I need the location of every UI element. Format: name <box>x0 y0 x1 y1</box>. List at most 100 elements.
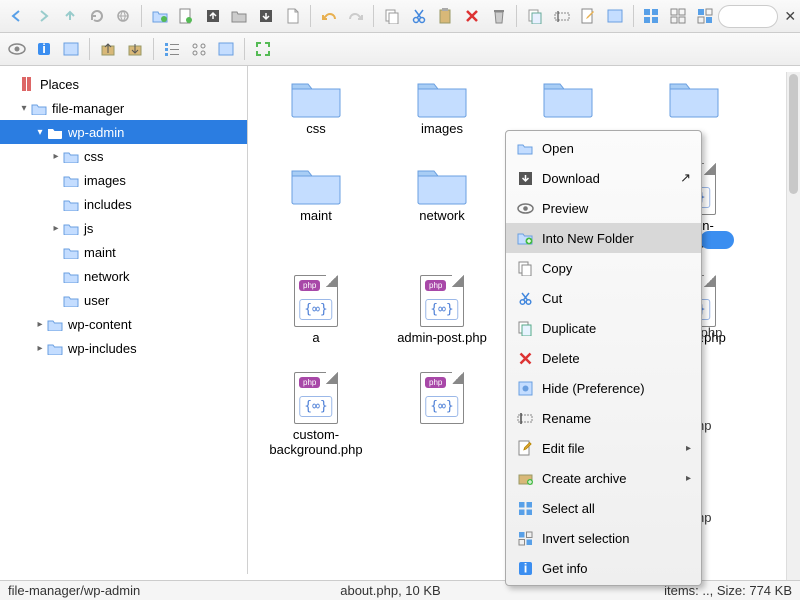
up-button[interactable] <box>57 3 83 29</box>
select-all-button[interactable] <box>639 3 665 29</box>
sort-button[interactable] <box>186 36 212 62</box>
php-file-icon: php{∞} <box>420 372 464 424</box>
extract-button[interactable] <box>95 36 121 62</box>
copy-button[interactable] <box>379 3 405 29</box>
menu-open[interactable]: Open <box>506 133 701 163</box>
redo-button[interactable] <box>343 3 369 29</box>
tree-item-file-manager[interactable]: ▾ file-manager <box>0 96 247 120</box>
file-item[interactable]: php{∞}custom-background.php <box>268 372 364 458</box>
tree-item-js[interactable]: ▸js <box>0 216 247 240</box>
upload-button[interactable] <box>200 3 226 29</box>
back-button[interactable] <box>4 3 30 29</box>
menu-label: Cut <box>542 291 691 306</box>
menu-delete[interactable]: Delete <box>506 343 701 373</box>
file-item[interactable]: php{∞}a <box>268 275 364 346</box>
folder-item[interactable]: images <box>394 76 490 137</box>
menu-preview[interactable]: Preview <box>506 193 701 223</box>
duplicate-button[interactable] <box>522 3 548 29</box>
netmount-button[interactable] <box>110 3 136 29</box>
menu-hide[interactable]: Hide (Preference) <box>506 373 701 403</box>
cut-button[interactable] <box>406 3 432 29</box>
expand-arrow-icon[interactable]: ▾ <box>34 127 46 138</box>
reload-button[interactable] <box>84 3 110 29</box>
tree-item-css[interactable]: ▸css <box>0 144 247 168</box>
undo-button[interactable] <box>316 3 342 29</box>
open-button[interactable] <box>227 3 253 29</box>
toolbar-secondary: i <box>0 33 800 66</box>
toolbar-main: ✕ <box>0 0 800 33</box>
places-icon <box>18 75 36 93</box>
submenu-arrow-icon: ▸ <box>686 443 691 454</box>
folder-item[interactable] <box>520 76 616 137</box>
file-item[interactable]: php{∞}admin-post.php <box>394 275 490 346</box>
folder-item[interactable]: maint <box>268 163 364 249</box>
info-button[interactable]: i <box>31 36 57 62</box>
places-header: Places <box>0 72 247 96</box>
expand-arrow-icon[interactable]: ▸ <box>34 343 46 354</box>
menu-label: Open <box>542 141 691 156</box>
new-folder-button[interactable] <box>147 3 173 29</box>
menu-rename[interactable]: Rename <box>506 403 701 433</box>
scrollbar-thumb[interactable] <box>789 74 798 194</box>
delete-button[interactable] <box>459 3 485 29</box>
download-button[interactable] <box>253 3 279 29</box>
select-none-button[interactable] <box>665 3 691 29</box>
search-input[interactable] <box>718 5 778 28</box>
menu-invert-selection[interactable]: Invert selection <box>506 523 701 553</box>
new-file-button[interactable] <box>173 3 199 29</box>
folder-item[interactable]: css <box>268 76 364 137</box>
tree-item-maint[interactable]: maint <box>0 240 247 264</box>
paste-button[interactable] <box>433 3 459 29</box>
empty-button[interactable] <box>486 3 512 29</box>
expand-arrow-icon[interactable]: ▾ <box>18 103 30 114</box>
expand-arrow-icon[interactable]: ▸ <box>34 319 46 330</box>
tree-label: file-manager <box>52 101 124 116</box>
expand-arrow-icon[interactable]: ▸ <box>50 223 62 234</box>
context-menu: Open Download↗Preview Into New Folder Copy C… <box>505 130 702 586</box>
search-clear-icon[interactable]: ✕ <box>784 8 796 25</box>
into-folder-icon <box>514 231 536 245</box>
help-button[interactable] <box>213 36 239 62</box>
forward-button[interactable] <box>31 3 57 29</box>
edit-button[interactable] <box>576 3 602 29</box>
php-file-icon: php{∞} <box>294 372 338 424</box>
preview-button[interactable] <box>4 36 30 62</box>
menu-select-all[interactable]: Select all <box>506 493 701 523</box>
menu-download[interactable]: Download↗ <box>506 163 701 193</box>
folder-icon <box>62 243 80 261</box>
tree-item-user[interactable]: user <box>0 288 247 312</box>
tree-label: images <box>84 173 126 188</box>
eye-icon <box>514 203 536 214</box>
folder-icon <box>46 339 64 357</box>
archive-button[interactable] <box>122 36 148 62</box>
menu-into-new-folder[interactable]: Into New Folder <box>506 223 701 253</box>
item-label: maint <box>300 209 332 224</box>
menu-get-info[interactable]: iGet info <box>506 553 701 583</box>
menu-edit-file[interactable]: Edit file▸ <box>506 433 701 463</box>
rename-button[interactable] <box>549 3 575 29</box>
folder-item[interactable] <box>646 76 742 137</box>
tree-label: includes <box>84 197 132 212</box>
menu-duplicate[interactable]: Duplicate <box>506 313 701 343</box>
tree-item-wp-admin[interactable]: ▾wp-admin <box>0 120 247 144</box>
tree-item-wp-content[interactable]: ▸wp-content <box>0 312 247 336</box>
folder-item[interactable]: network <box>394 163 490 249</box>
resize-button[interactable] <box>602 3 628 29</box>
menu-label: Into New Folder <box>542 231 691 246</box>
tree-item-wp-includes[interactable]: ▸wp-includes <box>0 336 247 360</box>
tree-item-images[interactable]: images <box>0 168 247 192</box>
scrollbar[interactable] <box>786 72 800 580</box>
select-invert-button[interactable] <box>692 3 718 29</box>
menu-copy[interactable]: Copy <box>506 253 701 283</box>
menu-create-archive[interactable]: Create archive▸ <box>506 463 701 493</box>
expand-arrow-icon[interactable]: ▸ <box>50 151 62 162</box>
list-view-button[interactable] <box>159 36 185 62</box>
file-item[interactable]: php{∞} <box>394 372 490 458</box>
menu-cut[interactable]: Cut <box>506 283 701 313</box>
tree-item-network[interactable]: network <box>0 264 247 288</box>
tree-item-includes[interactable]: includes <box>0 192 247 216</box>
getfile-button[interactable] <box>280 3 306 29</box>
quicklook-button[interactable] <box>58 36 84 62</box>
info-icon: i <box>514 561 536 576</box>
fullscreen-button[interactable] <box>250 36 276 62</box>
